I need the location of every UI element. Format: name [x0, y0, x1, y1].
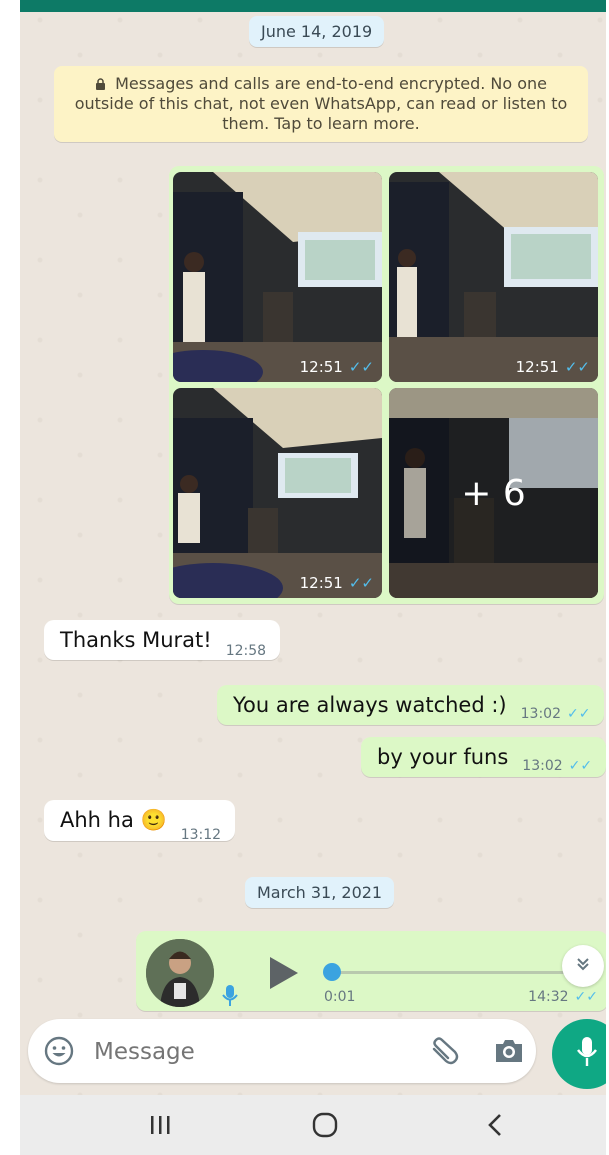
presentation-photo: [173, 388, 382, 598]
mic-icon: [575, 1036, 599, 1072]
incoming-message[interactable]: Thanks Murat! 12:58: [44, 620, 281, 660]
message-text: You are always watched :): [233, 693, 507, 717]
app-bar-edge: [20, 0, 606, 12]
recents-nav-icon[interactable]: [130, 1095, 190, 1155]
presentation-photo: [173, 172, 382, 382]
outgoing-message[interactable]: You are always watched :) 13:02 ✓✓: [217, 685, 605, 725]
encryption-notice[interactable]: Messages and calls are end-to-end encryp…: [54, 66, 588, 142]
encryption-text: Messages and calls are end-to-end encryp…: [74, 74, 568, 133]
voice-duration: 0:01: [324, 989, 356, 1005]
emoji-icon[interactable]: [44, 1036, 74, 1070]
message-input[interactable]: [92, 1035, 416, 1069]
scroll-down-icon: [575, 956, 591, 976]
date-divider: March 31, 2021: [245, 877, 395, 908]
voice-record-button[interactable]: [552, 1019, 606, 1089]
album-more-photos[interactable]: + 6: [389, 388, 598, 598]
voice-progress-track[interactable]: [326, 971, 598, 974]
message-text: Thanks Murat!: [60, 628, 212, 652]
read-ticks-icon: ✓✓: [567, 706, 591, 722]
camera-icon[interactable]: [494, 1038, 524, 1068]
outgoing-message[interactable]: by your funs 13:02 ✓✓: [361, 737, 606, 777]
back-nav-icon[interactable]: [465, 1095, 525, 1155]
message-composer: [28, 1019, 536, 1083]
photo-timestamp: 12:51 ✓✓: [299, 574, 374, 592]
presentation-photo: [389, 172, 598, 382]
scroll-down-button[interactable]: [562, 945, 604, 987]
photo-timestamp: 12:51 ✓✓: [299, 358, 374, 376]
message-time: 13:02: [520, 706, 561, 722]
media-album-bubble[interactable]: 12:51 ✓✓ 12:51 ✓✓ 12:51 ✓✓ + 6: [169, 166, 604, 604]
voice-timestamp: 14:32 ✓✓: [528, 989, 598, 1005]
mic-badge-icon: [222, 985, 238, 1011]
message-time: 13:12: [180, 827, 222, 843]
message-time: 13:02: [522, 758, 563, 774]
album-photo[interactable]: 12:51 ✓✓: [389, 172, 598, 382]
home-nav-icon[interactable]: [295, 1095, 355, 1155]
avatar-photo: [146, 939, 214, 1007]
voice-message-bubble[interactable]: 0:01 14:32 ✓✓: [136, 931, 606, 1011]
message-text: Ahh ha: [60, 808, 134, 832]
more-photos-count: + 6: [389, 388, 598, 598]
read-ticks-icon: ✓✓: [568, 758, 593, 774]
smile-emoji: 🙂: [140, 808, 167, 832]
voice-progress-knob[interactable]: [323, 963, 341, 981]
lock-icon: [95, 74, 115, 93]
album-photo[interactable]: 12:51 ✓✓: [173, 172, 382, 382]
chat-screen: June 14, 2019 Messages and calls are end…: [20, 0, 606, 1155]
avatar[interactable]: [146, 939, 214, 1007]
message-text: by your funs: [377, 745, 509, 769]
album-photo[interactable]: 12:51 ✓✓: [173, 388, 382, 598]
photo-timestamp: 12:51 ✓✓: [515, 358, 590, 376]
incoming-message[interactable]: Ahh ha 🙂 13:12: [44, 800, 236, 843]
read-ticks-icon: ✓✓: [348, 358, 374, 376]
date-divider: June 14, 2019: [249, 16, 385, 47]
message-time: 12:58: [225, 643, 267, 659]
read-ticks-icon: ✓✓: [348, 574, 374, 592]
play-icon[interactable]: [268, 955, 300, 995]
attach-icon[interactable]: [428, 1037, 460, 1071]
system-navigation-bar: [20, 1095, 606, 1155]
read-ticks-icon: ✓✓: [574, 989, 598, 1005]
read-ticks-icon: ✓✓: [564, 358, 590, 376]
